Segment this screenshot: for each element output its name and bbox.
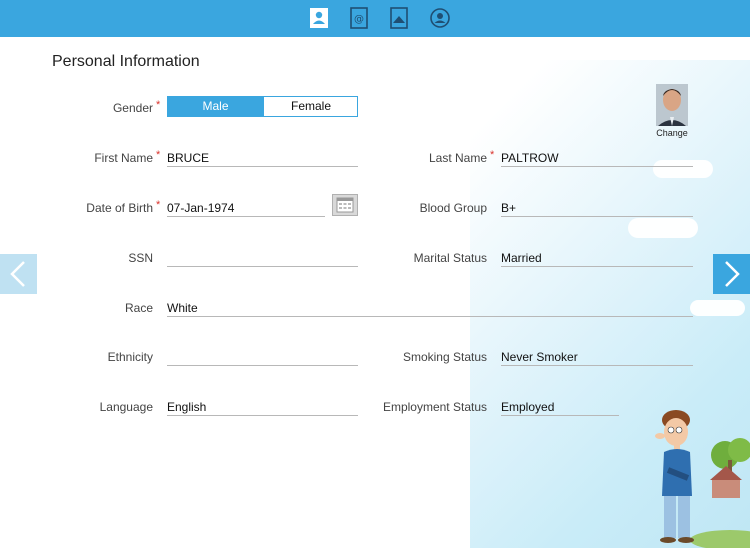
change-photo-button[interactable]: Change <box>650 128 694 138</box>
language-field[interactable]: English <box>167 400 206 414</box>
required-mark: * <box>156 149 161 161</box>
blood-group-underline <box>501 216 693 217</box>
first-name-field[interactable]: BRUCE <box>167 151 209 165</box>
smoking-status-underline <box>501 365 693 366</box>
blood-group-field[interactable]: B+ <box>501 201 516 215</box>
cloud-decoration <box>690 300 745 316</box>
dob-label: Date of Birth <box>86 201 153 215</box>
race-label: Race <box>124 301 153 315</box>
smoking-status-label: Smoking Status <box>402 350 487 364</box>
marital-status-underline <box>501 266 693 267</box>
contact-card-icon[interactable] <box>309 7 329 29</box>
dob-field[interactable]: 07-Jan-1974 <box>167 201 234 215</box>
account-circle-icon[interactable] <box>429 7 450 29</box>
person-illustration <box>655 410 750 548</box>
last-name-label: Last Name <box>428 151 487 165</box>
smoking-status-field[interactable]: Never Smoker <box>501 350 578 364</box>
employment-status-field[interactable]: Employed <box>501 400 554 414</box>
race-field[interactable]: White <box>167 301 198 315</box>
chevron-right-icon <box>725 261 740 287</box>
next-page-button[interactable] <box>713 254 750 294</box>
ethnicity-underline <box>167 365 358 366</box>
language-underline <box>167 415 358 416</box>
top-tab-bar: @ <box>0 0 750 37</box>
employment-status-label: Employment Status <box>382 400 487 414</box>
last-name-underline <box>501 166 693 167</box>
required-mark: * <box>156 99 161 111</box>
gender-segmented-control: Male Female <box>167 96 358 117</box>
first-name-label: First Name <box>94 151 153 165</box>
chevron-left-icon <box>10 261 25 287</box>
marital-status-label: Marital Status <box>413 251 487 265</box>
gender-option-female[interactable]: Female <box>263 97 358 116</box>
required-mark: * <box>490 149 495 161</box>
last-name-field[interactable]: PALTROW <box>501 151 559 165</box>
language-label: Language <box>99 400 153 414</box>
avatar[interactable] <box>656 84 688 126</box>
cloud-decoration <box>628 218 698 238</box>
ssn-underline <box>167 266 358 267</box>
gender-option-male[interactable]: Male <box>168 97 263 116</box>
dob-underline <box>167 216 325 217</box>
page-title: Personal Information <box>52 53 200 70</box>
required-mark: * <box>156 199 161 211</box>
address-book-icon[interactable]: @ <box>349 7 369 29</box>
ethnicity-label: Ethnicity <box>107 350 153 364</box>
family-icon[interactable] <box>389 7 409 29</box>
previous-page-button[interactable] <box>0 254 37 294</box>
employment-status-underline <box>501 415 619 416</box>
marital-status-field[interactable]: Married <box>501 251 542 265</box>
blood-group-label: Blood Group <box>419 201 487 215</box>
race-underline <box>167 316 693 317</box>
cloud-decoration <box>653 160 713 178</box>
first-name-underline <box>167 166 358 167</box>
gender-label: Gender <box>112 101 153 115</box>
svg-text:@: @ <box>354 14 364 25</box>
